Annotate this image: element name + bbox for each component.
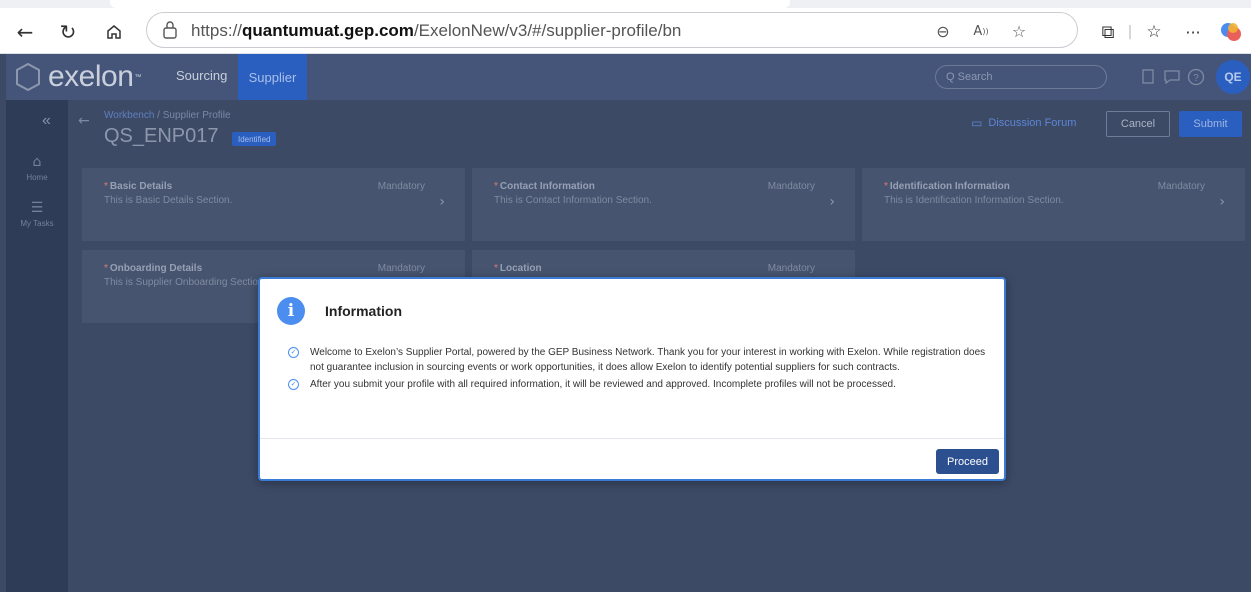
back-arrow-icon[interactable]: ← [78,113,90,129]
read-aloud-icon[interactable]: A)) [969,19,993,43]
status-badge: Identified [232,132,277,146]
section-card-contact-information[interactable]: * Contact Information This is Contact Inf… [472,168,855,241]
mandatory-tag: Mandatory [377,263,425,274]
dialog-divider [260,438,1004,439]
browser-tab-strip [0,0,1251,8]
cancel-button[interactable]: Cancel [1106,111,1170,137]
mandatory-tag: Mandatory [1157,181,1205,192]
check-circle-icon: ✓ [288,379,299,390]
nav-sourcing[interactable]: Sourcing [176,68,227,83]
search-input[interactable]: Q Search [935,65,1107,89]
refresh-icon[interactable]: ↻ [55,19,81,45]
home-icon: ⌂ [32,154,42,170]
sidenav-item-my-tasks[interactable]: ☰ My Tasks [6,200,68,228]
browser-toolbar: ← ↻ https://quantumuat.gep.com/ExelonNew… [0,8,1251,54]
info-icon: i [277,297,305,325]
information-dialog: i Information ✓ Welcome to Exelon’s Suppl… [258,277,1006,481]
exelon-logo-mark [16,62,40,92]
home-icon[interactable] [101,19,127,45]
help-icon[interactable]: ? [1186,67,1206,87]
chat-icon[interactable] [1162,67,1182,87]
breadcrumb: Workbench / Supplier Profile [104,110,231,121]
chevron-right-icon: › [829,194,835,210]
dialog-message-list: ✓ Welcome to Exelon’s Supplier Portal, po… [288,345,988,394]
page-title: QS_ENP017 [104,125,219,147]
section-card-basic-details[interactable]: * Basic Details This is Basic Details Sec… [82,168,465,241]
chevron-right-icon: › [1219,194,1225,210]
mandatory-tag: Mandatory [767,181,815,192]
url-text: https://quantumuat.gep.com/ExelonNew/v3/… [191,21,682,40]
chevron-right-icon: › [439,194,445,210]
notification-icon[interactable] [1138,67,1158,87]
user-avatar[interactable]: QE [1216,60,1250,94]
list-item: ✓ Welcome to Exelon’s Supplier Portal, po… [288,345,988,375]
lock-icon [161,20,181,40]
list-item: ✓ After you submit your profile with all … [288,377,988,392]
submit-button[interactable]: Submit [1179,111,1242,137]
discussion-forum-link[interactable]: ▭ Discussion Forum [971,116,1076,130]
check-circle-icon: ✓ [288,347,299,358]
sidenav-item-home[interactable]: ⌂ Home [6,154,68,182]
address-bar[interactable]: https://quantumuat.gep.com/ExelonNew/v3/… [146,12,1078,48]
tasks-icon: ☰ [30,200,44,216]
breadcrumb-workbench[interactable]: Workbench [104,110,154,121]
dialog-title: Information [325,303,402,319]
back-icon[interactable]: ← [12,19,38,45]
nav-supplier[interactable]: Supplier [238,54,307,100]
zoom-out-icon[interactable]: ⊖ [931,19,955,43]
copilot-icon[interactable] [1218,19,1244,45]
toolbar-divider: | [1127,24,1133,40]
svg-text:?: ? [1193,73,1199,84]
active-tab[interactable] [110,0,790,8]
forum-icon: ▭ [971,116,983,130]
breadcrumb-current: Supplier Profile [162,110,231,121]
section-card-identification-information[interactable]: * Identification Information This is Iden… [862,168,1245,241]
mandatory-tag: Mandatory [767,263,815,274]
favorites-icon[interactable]: ☆ [1141,19,1167,45]
proceed-button[interactable]: Proceed [936,449,999,474]
side-nav: « ⌂ Home ☰ My Tasks [6,100,68,592]
favorite-star-icon[interactable]: ☆ [1007,19,1031,43]
mandatory-tag: Mandatory [377,181,425,192]
app-header: exelon ™ Sourcing Supplier Q Search ? QE [6,54,1251,100]
collapse-nav-icon[interactable]: « [42,112,51,130]
more-menu-icon[interactable]: ··· [1180,19,1206,45]
brand-name: exelon [48,60,134,93]
exelon-logo[interactable]: exelon ™ [12,60,141,94]
